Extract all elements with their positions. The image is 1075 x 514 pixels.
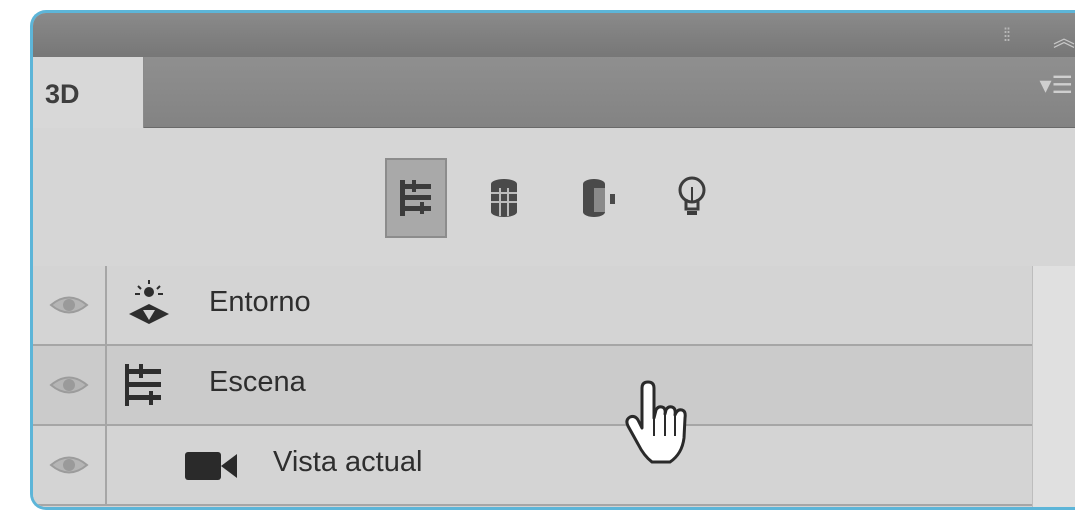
list-item-escena[interactable]: Escena: [33, 346, 1075, 426]
tab-row: 3D ▾☰: [33, 57, 1075, 128]
filter-scene-button[interactable]: [385, 158, 447, 238]
eye-icon: [49, 296, 89, 314]
tab-3d-label: 3D: [45, 79, 80, 109]
environment-icon: [129, 280, 169, 324]
list-item-entorno[interactable]: Entorno: [33, 266, 1075, 346]
camera-icon: [185, 452, 237, 480]
hand-cursor-icon: [625, 380, 687, 464]
row-label: Vista actual: [273, 446, 423, 478]
row-label: Entorno: [209, 286, 311, 318]
collapse-icon[interactable]: ︽: [1053, 21, 1075, 53]
mesh-filter-icon: [491, 179, 517, 217]
row-label: Escena: [209, 366, 306, 398]
scene-layer-list: Entorno Escena Vista actual: [33, 266, 1075, 507]
eye-icon: [49, 376, 89, 394]
filter-light-button[interactable]: [661, 158, 723, 238]
scroll-track[interactable]: [1032, 266, 1075, 507]
visibility-toggle[interactable]: [33, 426, 107, 504]
eye-icon: [49, 456, 89, 474]
visibility-toggle[interactable]: [33, 266, 107, 344]
scene-filter-icon: [400, 180, 431, 216]
tab-3d[interactable]: 3D: [33, 57, 144, 128]
filter-mesh-button[interactable]: [473, 158, 535, 238]
material-filter-icon: [583, 179, 615, 217]
light-filter-icon: [678, 176, 706, 215]
visibility-toggle[interactable]: [33, 346, 107, 424]
list-item-vista-actual[interactable]: Vista actual: [33, 426, 1075, 506]
grip-icon[interactable]: ⁞⁞: [1003, 25, 1011, 46]
filter-toolbar: [33, 128, 1075, 268]
panel-menu-icon[interactable]: ▾☰: [1039, 71, 1073, 100]
3d-panel: ⁞⁞ ︽ 3D ▾☰ Entorno Escena Vista actual: [30, 10, 1075, 510]
scene-icon: [125, 364, 161, 406]
panel-titlebar[interactable]: ⁞⁞ ︽: [33, 13, 1075, 58]
filter-material-button[interactable]: [569, 158, 631, 238]
